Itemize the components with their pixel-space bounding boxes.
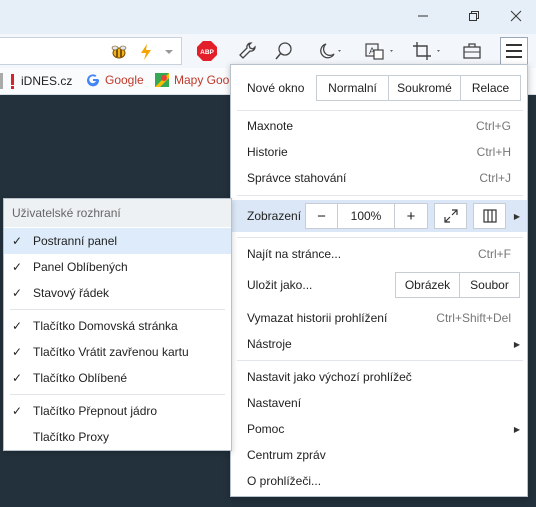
ui-submenu: Uživatelské rozhraní ✓ Postranní panel ✓… xyxy=(3,198,232,451)
split-view-button[interactable] xyxy=(473,203,506,229)
minimize-icon xyxy=(418,15,428,17)
ui-option-sidebar[interactable]: ✓ Postranní panel xyxy=(4,228,231,254)
close-window-button[interactable] xyxy=(493,0,536,32)
menu-zoom[interactable]: Zobrazení − 100% + ▶ xyxy=(231,200,527,232)
restore-button[interactable] xyxy=(451,0,497,32)
menu-save-as: Uložit jako... Obrázek Soubor xyxy=(231,271,527,299)
svg-text:ABP: ABP xyxy=(200,49,214,56)
menu-tools[interactable]: Nástroje ▶ xyxy=(231,331,527,357)
main-menu: Nové okno Normalní Soukromé Relace Maxno… xyxy=(230,64,528,497)
restore-icon xyxy=(469,11,479,21)
ui-option-home-button[interactable]: ✓ Tlačítko Domovská stránka xyxy=(4,313,231,339)
briefcase-icon[interactable] xyxy=(461,41,483,61)
bookmark-maps[interactable]: Mapy Goo xyxy=(155,73,229,87)
new-window-options: Normalní Soukromé Relace xyxy=(316,75,521,101)
moon-icon[interactable] xyxy=(314,41,344,61)
zoom-out-button[interactable]: − xyxy=(306,204,338,228)
dropdown-icon[interactable] xyxy=(158,42,180,62)
submenu-arrow-icon: ▶ xyxy=(513,339,520,349)
separator xyxy=(237,360,523,361)
close-icon xyxy=(510,10,522,22)
bee-icon[interactable] xyxy=(108,42,130,62)
ui-option-switch-engine-button[interactable]: ✓ Tlačítko Přepnout jádro xyxy=(4,398,231,424)
crop-icon[interactable] xyxy=(412,41,444,61)
zoom-level: 100% xyxy=(338,204,395,228)
ui-option-reopen-tab-button[interactable]: ✓ Tlačítko Vrátit zavřenou kartu xyxy=(4,339,231,365)
hamburger-icon xyxy=(506,44,522,46)
ui-option-favorites-panel[interactable]: ✓ Panel Oblíbených xyxy=(4,254,231,280)
checkmark-icon: ✓ xyxy=(12,319,23,333)
menu-set-default[interactable]: Nastavit jako výchozí prohlížeč xyxy=(231,364,527,390)
separator xyxy=(10,309,225,310)
checkmark-icon: ✓ xyxy=(12,260,23,274)
ui-submenu-header: Uživatelské rozhraní xyxy=(4,199,231,227)
save-as-options: Obrázek Soubor xyxy=(395,272,520,298)
translate-icon[interactable]: A xyxy=(364,41,396,61)
save-file-button[interactable]: Soubor xyxy=(460,273,519,297)
menu-about[interactable]: O prohlížeči... xyxy=(231,468,527,494)
wrench-icon[interactable] xyxy=(237,41,259,61)
menu-clear-history[interactable]: Vymazat historii prohlížení Ctrl+Shift+D… xyxy=(231,305,527,331)
fullscreen-icon xyxy=(443,209,458,223)
checkmark-icon: ✓ xyxy=(12,371,23,385)
menu-message-center[interactable]: Centrum zpráv xyxy=(231,442,527,468)
lightning-icon[interactable] xyxy=(135,42,157,62)
bookmarks-edge xyxy=(0,73,3,89)
menu-history[interactable]: Historie Ctrl+H xyxy=(231,139,527,165)
separator xyxy=(10,394,225,395)
maps-favicon xyxy=(155,73,169,87)
separator xyxy=(237,195,523,196)
new-window-normal[interactable]: Normalní xyxy=(317,76,389,100)
ui-option-status-bar[interactable]: ✓ Stavový řádek xyxy=(4,280,231,306)
checkmark-icon: ✓ xyxy=(12,234,23,248)
checkmark-icon: ✓ xyxy=(12,404,23,418)
save-image-button[interactable]: Obrázek xyxy=(396,273,460,297)
menu-new-window: Nové okno Normalní Soukromé Relace xyxy=(231,74,527,102)
address-bar[interactable] xyxy=(0,37,182,65)
submenu-arrow-icon: ▶ xyxy=(513,424,520,434)
split-view-icon xyxy=(482,209,497,223)
zoom-in-button[interactable]: + xyxy=(395,204,427,228)
menu-maxnote[interactable]: Maxnote Ctrl+G xyxy=(231,113,527,139)
menu-find[interactable]: Najít na stránce... Ctrl+F xyxy=(231,241,527,267)
toolbar: ABP A xyxy=(0,34,536,68)
checkmark-icon: ✓ xyxy=(12,286,23,300)
checkmark-icon: ✓ xyxy=(12,345,23,359)
menu-help[interactable]: Pomoc ▶ xyxy=(231,416,527,442)
new-window-session[interactable]: Relace xyxy=(461,76,520,100)
menu-settings[interactable]: Nastavení xyxy=(231,390,527,416)
minimize-button[interactable] xyxy=(400,0,446,32)
title-bar xyxy=(0,0,536,34)
menu-downloads[interactable]: Správce stahování Ctrl+J xyxy=(231,165,527,191)
zoom-controls: − 100% + xyxy=(305,203,428,229)
bookmark-idnes[interactable]: iDNES.cz xyxy=(10,73,72,89)
adblock-icon[interactable]: ABP xyxy=(196,41,218,61)
bookmark-google[interactable]: Google xyxy=(86,73,144,87)
main-menu-button[interactable] xyxy=(500,37,528,65)
ui-option-favorites-button[interactable]: ✓ Tlačítko Oblíbené xyxy=(4,365,231,391)
new-window-private[interactable]: Soukromé xyxy=(389,76,461,100)
idnes-favicon xyxy=(11,74,14,89)
ui-option-proxy-button[interactable]: Tlačítko Proxy xyxy=(4,424,231,450)
submenu-arrow-icon: ▶ xyxy=(513,211,520,221)
pen-icon[interactable] xyxy=(273,41,295,61)
google-favicon xyxy=(87,74,100,87)
separator xyxy=(237,110,523,111)
separator xyxy=(237,237,523,238)
fullscreen-button[interactable] xyxy=(434,203,467,229)
